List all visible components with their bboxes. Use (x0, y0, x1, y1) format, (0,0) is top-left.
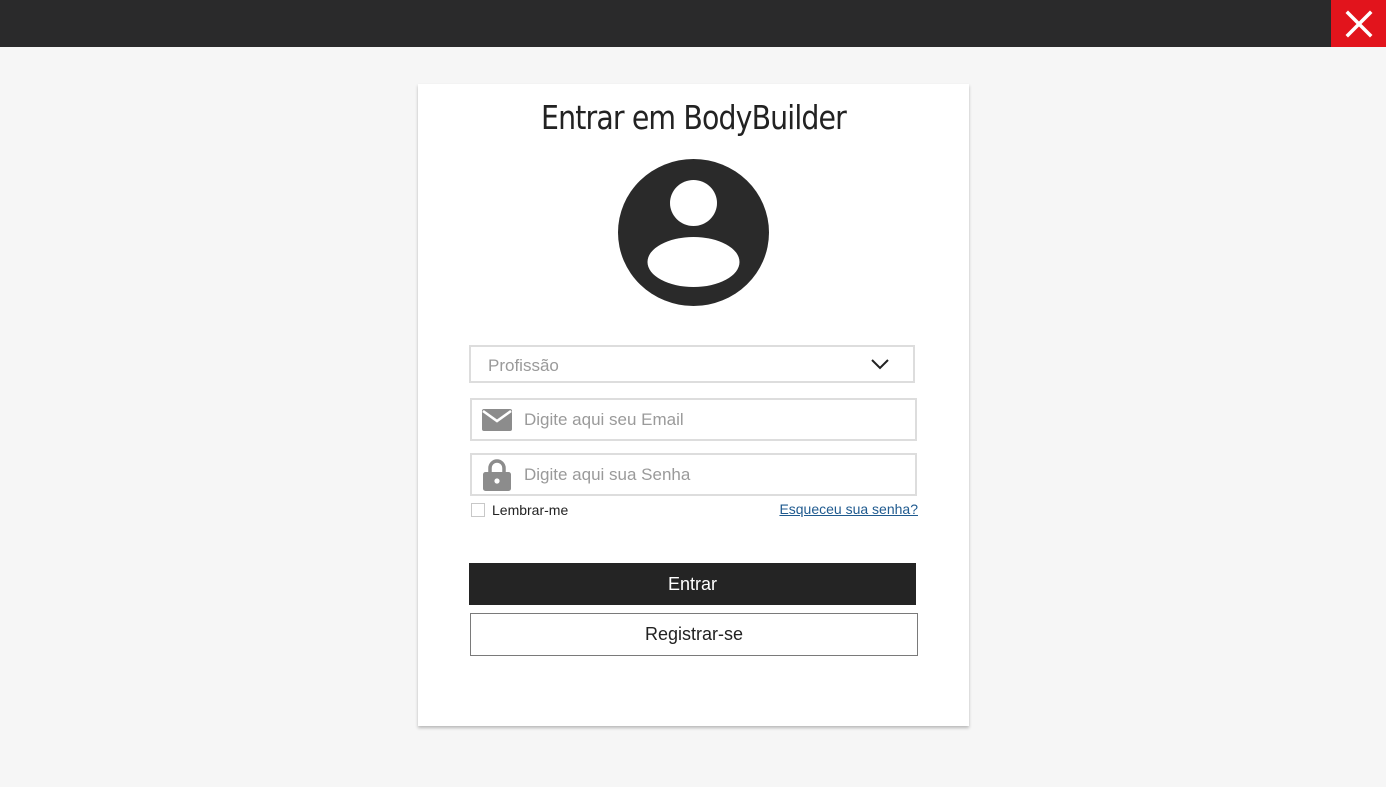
top-bar (0, 0, 1386, 47)
login-title: Entrar em BodyBuilder (541, 98, 847, 137)
envelope-icon (481, 406, 513, 434)
login-card: Entrar em BodyBuilder Profissão Digite a… (418, 84, 969, 726)
remember-me[interactable]: Lembrar-me (471, 502, 568, 518)
login-button[interactable]: Entrar (469, 563, 916, 605)
remember-label: Lembrar-me (492, 502, 569, 518)
email-input[interactable] (524, 405, 904, 434)
register-button[interactable]: Registrar-se (470, 613, 918, 656)
password-field-wrapper (470, 453, 917, 496)
remember-checkbox[interactable] (471, 503, 485, 517)
close-icon (1345, 10, 1372, 37)
profession-select[interactable]: Profissão (469, 345, 915, 383)
chevron-down-icon (871, 359, 889, 370)
user-avatar-icon (618, 159, 769, 306)
close-button[interactable] (1331, 0, 1386, 47)
password-input[interactable] (524, 460, 904, 489)
lock-icon (481, 459, 513, 491)
profession-placeholder: Profissão (488, 356, 559, 375)
forgot-password-link[interactable]: Esqueceu sua senha? (779, 501, 918, 517)
email-field-wrapper (470, 398, 917, 441)
